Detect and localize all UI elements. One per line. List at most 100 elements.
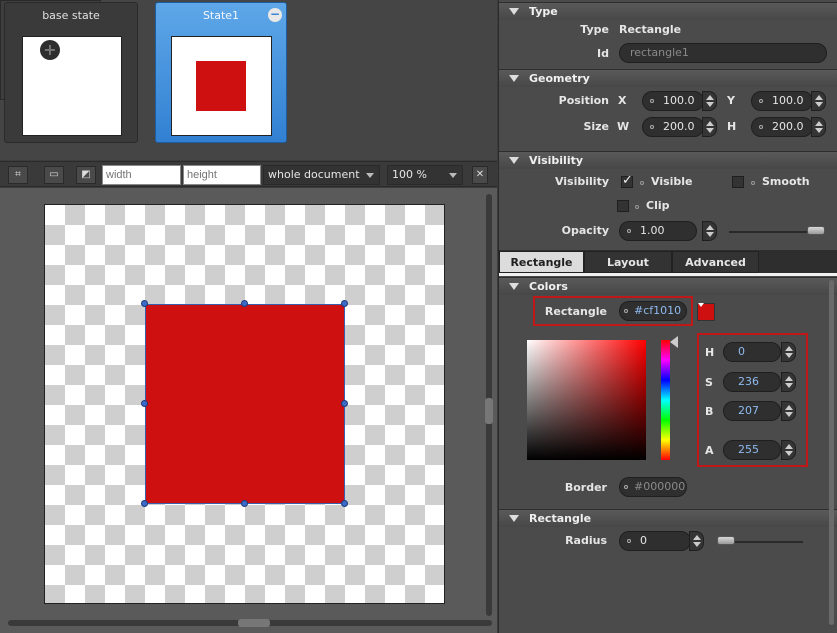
id-label: Id [597,47,609,60]
x-input[interactable]: 100.0 [642,91,704,111]
h-channel-value: 0 [738,345,745,358]
h-value: 200.0 [772,120,804,133]
resize-handle-bottom-left[interactable] [141,500,148,507]
y-stepper[interactable] [811,91,826,111]
border-color-value: #000000 [634,480,686,493]
opacity-stepper[interactable] [702,221,717,241]
hue-slider[interactable] [661,340,670,460]
y-input[interactable]: 100.0 [751,91,813,111]
binding-dot-icon [627,539,631,543]
clip-label: Clip [646,199,670,212]
resize-handle-bottom[interactable] [241,500,248,507]
w-stepper[interactable] [702,117,717,137]
thumbnail-rect [196,61,246,111]
vertical-scrollbar-thumb[interactable] [485,398,493,424]
opacity-slider-thumb[interactable] [807,226,825,235]
rectangle-section-header[interactable]: Rectangle [499,509,837,527]
zoom-select[interactable]: 100 % [387,165,463,185]
visible-checkbox[interactable] [621,173,633,188]
tab-advanced[interactable]: Advanced [672,251,759,273]
state-1[interactable]: State1 − [155,2,287,143]
colors-section-header[interactable]: Colors [499,277,837,295]
s-channel-stepper[interactable] [781,372,796,392]
binding-dot-icon [627,229,631,233]
x-value: 100.0 [663,94,695,107]
h-channel-input[interactable]: 0 [723,342,781,362]
chevron-down-icon [449,173,457,178]
radius-slider-thumb[interactable] [717,536,735,545]
chevron-down-icon [509,157,519,164]
resize-handle-right[interactable] [341,400,348,407]
crop-tool-icon[interactable]: ⌗ [8,166,28,184]
hue-marker-icon[interactable] [670,336,678,348]
swatch-dropdown-icon [698,303,704,307]
tab-layout[interactable]: Layout [584,251,672,273]
x-stepper[interactable] [702,91,717,111]
resize-handle-top-right[interactable] [341,300,348,307]
type-value: Rectangle [619,23,682,36]
background-toggle-icon[interactable]: ◩ [76,166,96,184]
binding-dot-icon [635,205,639,209]
chevron-down-icon [509,515,519,522]
id-input[interactable]: rectangle1 [619,43,827,63]
smooth-label: Smooth [762,175,810,188]
state-base-thumbnail [22,36,122,136]
height-input[interactable] [183,165,261,185]
radius-stepper[interactable] [689,531,704,551]
binding-dot-icon [759,125,763,129]
w-input[interactable]: 200.0 [642,117,704,137]
property-tabs: Rectangle Layout Advanced [499,250,837,274]
b-channel-stepper[interactable] [781,401,796,421]
resize-handle-left[interactable] [141,400,148,407]
inspector-scrollbar[interactable] [829,280,834,625]
smooth-checkbox[interactable] [732,176,744,188]
radius-value: 0 [640,534,647,547]
a-channel-input[interactable]: 255 [723,440,781,460]
canvas-toolbar: ⌗ ▭ ◩ whole document 100 % ✕ [0,161,497,187]
radius-input[interactable]: 0 [619,531,691,551]
remove-state-icon[interactable]: − [268,8,282,22]
frame-tool-icon[interactable]: ▭ [44,166,64,184]
b-channel-input[interactable]: 207 [723,401,781,421]
h-channel-stepper[interactable] [781,342,796,362]
h-stepper[interactable] [811,117,826,137]
resize-handle-bottom-right[interactable] [341,500,348,507]
y-value: 100.0 [772,94,804,107]
state-base[interactable]: base state [4,2,138,143]
tab-rectangle[interactable]: Rectangle [499,251,584,273]
a-channel-stepper[interactable] [781,440,796,460]
tab-underline [499,273,837,276]
geometry-section-header[interactable]: Geometry [499,69,837,87]
selected-rectangle[interactable] [145,304,345,504]
opacity-input[interactable]: 1.00 [619,221,697,241]
state-1-thumbnail [171,36,272,136]
s-channel-value: 236 [738,375,759,388]
y-label: Y [727,94,735,107]
binding-dot-icon [751,181,755,185]
geometry-section-title: Geometry [529,72,590,85]
horizontal-scrollbar-thumb[interactable] [238,619,270,627]
zoom-select-value: 100 % [392,168,427,181]
resize-handle-top[interactable] [241,300,248,307]
s-channel-input[interactable]: 236 [723,372,781,392]
border-color-input[interactable]: #000000 [619,477,687,497]
artboard [44,204,445,604]
clip-checkbox[interactable] [617,200,629,212]
saturation-value-picker[interactable] [527,340,646,460]
x-label: X [618,94,627,107]
binding-dot-icon [650,99,654,103]
binding-dot-icon [759,99,763,103]
binding-dot-icon [640,181,644,185]
rect-color-value: #cf1010 [634,304,682,317]
scope-select[interactable]: whole document [263,165,380,185]
close-icon[interactable]: ✕ [472,166,488,184]
size-label: Size [583,120,609,133]
width-input[interactable] [102,165,181,185]
border-label: Border [564,481,607,494]
type-section-header[interactable]: Type [499,2,837,20]
h-input[interactable]: 200.0 [751,117,813,137]
resize-handle-top-left[interactable] [141,300,148,307]
rect-color-label: Rectangle [544,305,607,318]
visibility-section-header[interactable]: Visibility [499,151,837,169]
rect-color-input[interactable]: #cf1010 [619,301,687,321]
